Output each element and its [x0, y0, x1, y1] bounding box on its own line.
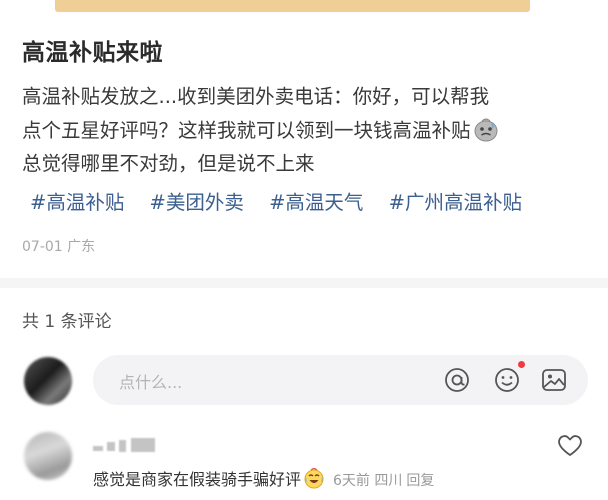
worried-emoji-icon — [473, 116, 499, 142]
hashtag-link[interactable]: #美团外卖 — [150, 191, 244, 214]
hashtag-link[interactable]: #高温补贴 — [30, 191, 124, 214]
post-date-location: 07-01 广东 — [22, 239, 96, 255]
post-body-line: 总觉得哪里不对劲，但是说不上来 — [22, 152, 315, 175]
image-icon[interactable] — [540, 366, 568, 394]
post-body: 高温补贴发放之...收到美团外卖电话：你好，可以帮我 点个五星好评吗？这样我就可… — [22, 80, 592, 181]
post-body-line: 点个五星好评吗？这样我就可以领到一块钱高温补贴 — [22, 114, 592, 148]
avatar[interactable] — [24, 357, 72, 405]
comment-count: 共 1 条评论 — [22, 312, 112, 332]
comment-input-placeholder: 点什么... — [119, 373, 183, 392]
emoji-smile-icon[interactable] — [493, 366, 521, 394]
hashtag-link[interactable]: #广州高温补贴 — [389, 191, 522, 214]
at-icon[interactable] — [443, 366, 471, 394]
comment-time-location: 6天前 四川 — [333, 473, 403, 489]
reply-button[interactable]: 回复 — [406, 473, 434, 489]
commenter-name-blurred[interactable] — [93, 438, 163, 452]
hashtag-link[interactable]: #高温天气 — [269, 191, 363, 214]
notification-dot — [518, 361, 525, 368]
heart-icon[interactable] — [556, 432, 584, 458]
hashtag-list: #高温补贴 #美团外卖 #高温天气 #广州高温补贴 — [30, 186, 541, 215]
post-image-bottom-edge — [55, 0, 530, 12]
comment-input[interactable]: 点什么... — [93, 355, 588, 405]
post-body-line: 高温补贴发放之...收到美团外卖电话：你好，可以帮我 — [22, 85, 490, 108]
post-title: 高温补贴来啦 — [22, 40, 163, 66]
comment-text: 感觉是商家在假装骑手骗好评 — [93, 470, 302, 489]
comment-item: 感觉是商家在假装骑手骗好评 6天前 四川 回复 — [93, 466, 434, 490]
section-divider — [0, 278, 608, 288]
laugh-cry-emoji-icon — [303, 467, 325, 489]
avatar[interactable] — [24, 432, 72, 480]
